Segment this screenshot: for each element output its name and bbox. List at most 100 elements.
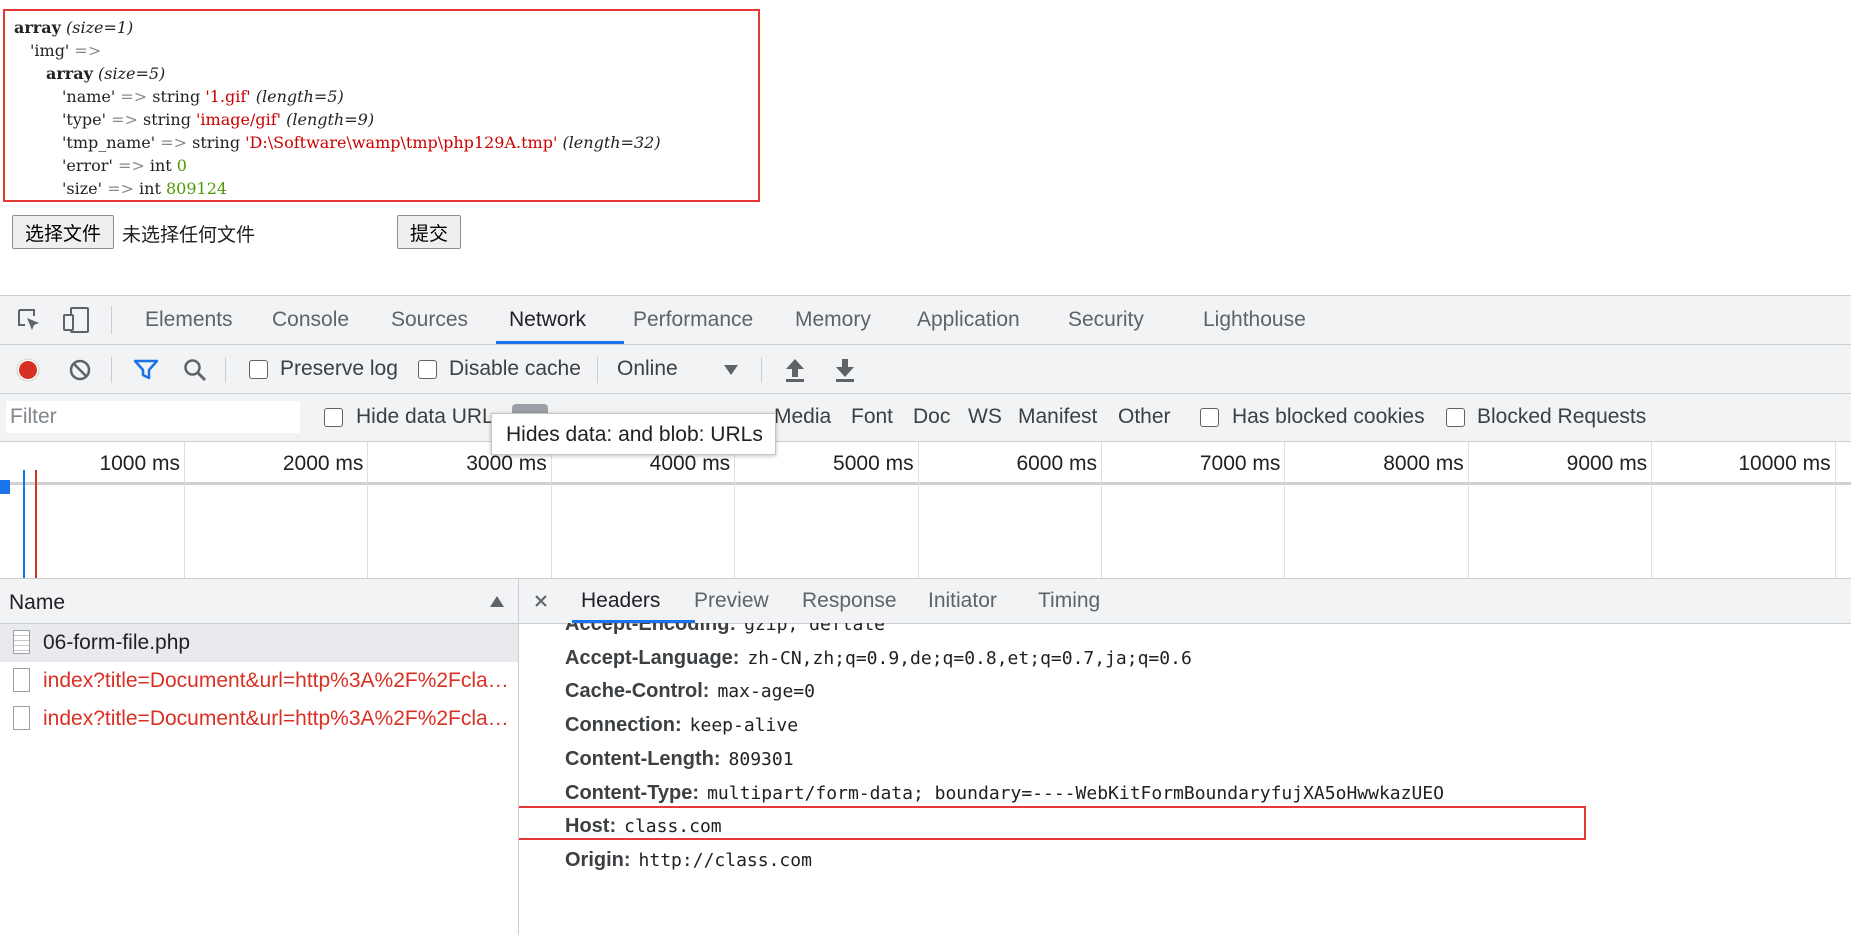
preserve-log-checkbox[interactable] [249,360,268,379]
request-row[interactable]: index?title=Document&url=http%3A%2F%2Fcl… [0,662,518,700]
active-tab-indicator [496,341,624,344]
choose-file-button[interactable]: 选择文件 [12,215,115,249]
timeline-tick-label: 5000 ms [833,452,914,475]
header-key: Content-Length: [565,747,721,770]
tab-response[interactable]: Response [802,589,897,613]
dump-token: (length=32) [562,133,661,152]
tab-security[interactable]: Security [1068,308,1144,332]
header-value: 809301 [728,748,794,770]
request-header-line: Content-Type: multipart/form-data; bounda… [565,782,1444,805]
name-column-header[interactable]: Name [0,579,518,624]
tab-console[interactable]: Console [272,308,349,332]
timeline-gridline [550,442,552,578]
close-icon[interactable] [534,594,548,608]
dump-token: => [74,41,102,60]
tab-preview[interactable]: Preview [694,589,769,613]
request-name: 06-form-file.php [43,631,191,654]
dump-token: 'image/gif' [196,110,282,129]
type-filter-other[interactable]: Other [1118,405,1171,429]
timeline-gridline [1284,442,1286,578]
hide-data-urls-checkbox[interactable] [324,408,343,427]
timeline-tick-label: 9000 ms [1566,452,1648,475]
tab-application[interactable]: Application [917,308,1020,332]
type-filter-font[interactable]: Font [851,405,893,429]
load-event-marker [35,470,37,578]
has-blocked-cookies-checkbox[interactable] [1200,408,1219,427]
header-value: zh-CN,zh;q=0.9,de;q=0.8,et;q=0.7,ja;q=0.… [747,647,1192,669]
request-header-line: Connection: keep-alive [565,714,798,737]
disable-cache-label: Disable cache [449,357,581,380]
timeline-gridline [367,442,369,578]
type-filter-media[interactable]: Media [774,405,831,429]
dropdown-arrow-icon[interactable] [723,364,739,376]
dump-token: array [14,18,61,37]
header-value: gzip, deflate [744,623,886,635]
dump-token: 'type' [62,110,106,129]
dump-line: 'error' => int 0 [14,154,758,177]
network-toolbar: Preserve log Disable cache Online [0,345,1851,394]
inspect-element-icon[interactable] [16,307,42,333]
hide-data-urls-tooltip: Hides data: and blob: URLs [491,413,776,455]
request-name: index?title=Document&url=http%3A%2F%2Fcl… [43,669,513,692]
tab-lighthouse[interactable]: Lighthouse [1203,308,1306,332]
dump-token: (length=5) [255,87,344,106]
tab-sources[interactable]: Sources [391,308,468,332]
request-row[interactable]: index?title=Document&url=http%3A%2F%2Fcl… [0,700,518,738]
dump-token: 'img' [30,41,70,60]
timeline-gridline [1834,442,1836,578]
request-row[interactable]: 06-form-file.php [0,624,518,662]
tab-performance[interactable]: Performance [633,308,753,332]
tab-network[interactable]: Network [509,308,586,332]
name-column-label: Name [9,591,66,614]
dump-token: (length=9) [286,110,375,129]
filter-input[interactable] [6,401,300,433]
var-dump-text: array (size=1)'img' => array (size=5)'nam… [5,11,758,200]
type-filter-ws[interactable]: WS [968,405,1002,429]
request-header-line: Origin: http://class.com [565,849,812,872]
dump-line: 'img' => [14,39,758,62]
timeline-gridline [1467,442,1469,578]
submit-button[interactable]: 提交 [397,215,462,249]
dump-token: 'size' [62,179,103,198]
tab-timing[interactable]: Timing [1038,589,1100,613]
dump-token: 'D:\Software\wamp\tmp\php129A.tmp' [245,133,558,152]
import-har-icon[interactable] [783,357,807,383]
header-value: http://class.com [638,849,812,871]
tab-headers[interactable]: Headers [581,589,660,613]
tab-memory[interactable]: Memory [795,308,871,332]
header-value: keep-alive [689,715,799,737]
dump-token: => [107,179,134,198]
sort-ascending-icon[interactable] [489,595,505,608]
request-header-line: Accept-Language: zh-CN,zh;q=0.9,de;q=0.8,… [565,647,1192,670]
throttle-select[interactable]: Online [617,357,678,381]
timeline-gridline [917,442,919,578]
header-key: Host: [565,815,617,838]
clear-icon[interactable] [68,358,92,382]
filter-icon[interactable] [133,359,159,381]
request-details: Headers Preview Response Initiator Timin… [519,579,1851,935]
dump-token: '1.gif' [205,87,251,106]
request-list: Name 06-form-file.php index?title=Documen… [0,579,519,935]
network-overview-timeline[interactable]: 1000 ms 2000 ms 3000 ms 4000 ms 5000 ms 6000 … [0,442,1851,579]
export-har-icon[interactable] [833,357,857,383]
disable-cache-checkbox[interactable] [418,360,437,379]
dump-token: => [117,156,145,175]
tab-elements[interactable]: Elements [145,308,233,332]
device-toolbar-icon[interactable] [62,306,92,334]
timeline-gridline [1651,442,1653,578]
dump-token: => [111,110,138,129]
blocked-requests-checkbox[interactable] [1446,408,1465,427]
type-filter-doc[interactable]: Doc [913,405,950,429]
record-icon[interactable] [15,357,41,383]
dump-token: => [120,87,148,106]
request-headers-list: Accept-Encoding: gzip, deflate Accept-Lang… [519,623,1851,935]
hide-data-urls-label: Hide data URL [356,405,494,428]
request-header-line: Accept-Encoding: gzip, deflate [565,623,885,636]
dump-line: array (size=1) [14,16,758,39]
dom-content-loaded-marker [23,470,25,578]
tab-initiator[interactable]: Initiator [928,589,997,613]
dump-line: array (size=5) [14,62,758,85]
request-header-line: Cache-Control: max-age=0 [565,680,815,703]
search-icon[interactable] [183,358,207,382]
type-filter-manifest[interactable]: Manifest [1018,405,1097,429]
